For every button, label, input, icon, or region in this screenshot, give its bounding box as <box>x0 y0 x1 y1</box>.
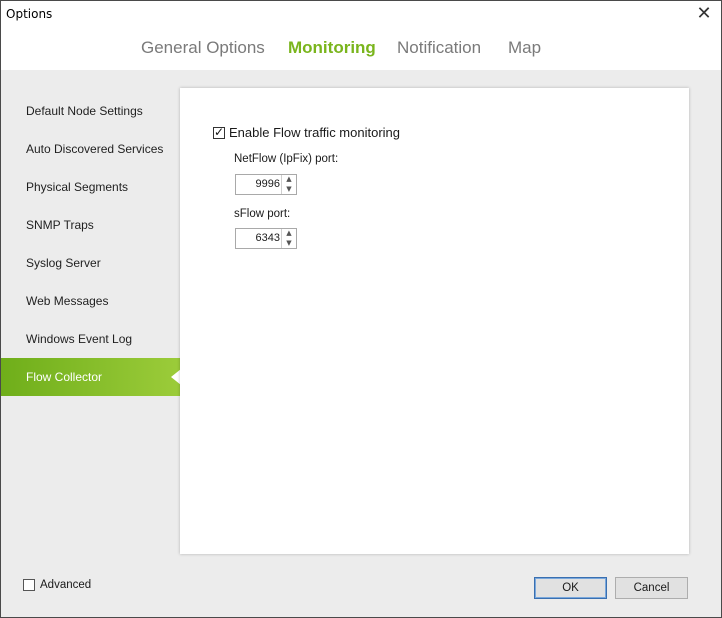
sidebar-item-default-node-settings[interactable]: Default Node Settings <box>1 92 181 130</box>
netflow-port-value[interactable]: 9996 <box>236 175 280 194</box>
options-window: Options ✕ General Options Monitoring Not… <box>0 0 722 618</box>
netflow-port-label: NetFlow (IpFix) port: <box>234 153 339 165</box>
sidebar-item-windows-event-log[interactable]: Windows Event Log <box>1 320 181 358</box>
title-bar: Options ✕ <box>1 1 721 29</box>
tab-map[interactable]: Map <box>508 38 541 58</box>
close-icon[interactable]: ✕ <box>687 1 721 29</box>
sflow-port-value[interactable]: 6343 <box>236 229 280 248</box>
tab-monitoring[interactable]: Monitoring <box>288 38 376 58</box>
advanced-checkbox[interactable] <box>23 579 35 591</box>
flow-collector-panel: Enable Flow traffic monitoring NetFlow (… <box>180 88 689 554</box>
enable-flow-row[interactable]: Enable Flow traffic monitoring <box>213 124 400 140</box>
chevron-up-icon[interactable]: ▲ <box>282 175 296 184</box>
sidebar-item-physical-segments[interactable]: Physical Segments <box>1 168 181 206</box>
sidebar-item-web-messages[interactable]: Web Messages <box>1 282 181 320</box>
tab-bar: General Options Monitoring Notification … <box>1 31 721 69</box>
tab-general-options[interactable]: General Options <box>141 38 265 58</box>
content-area: Default Node Settings Auto Discovered Se… <box>1 70 721 617</box>
netflow-port-stepper[interactable]: 9996 ▲ ▼ <box>235 174 297 195</box>
chevron-up-icon[interactable]: ▲ <box>282 229 296 238</box>
tab-notification[interactable]: Notification <box>397 38 481 58</box>
cancel-button[interactable]: Cancel <box>615 577 688 599</box>
enable-flow-checkbox[interactable] <box>213 125 225 139</box>
sflow-port-label: sFlow port: <box>234 208 291 220</box>
sflow-port-stepper[interactable]: 6343 ▲ ▼ <box>235 228 297 249</box>
advanced-option[interactable]: Advanced <box>23 579 91 591</box>
sidebar-item-auto-discovered-services[interactable]: Auto Discovered Services <box>1 130 181 168</box>
sidebar-item-snmp-traps[interactable]: SNMP Traps <box>1 206 181 244</box>
chevron-down-icon[interactable]: ▼ <box>282 239 296 248</box>
ok-button[interactable]: OK <box>534 577 607 599</box>
chevron-down-icon[interactable]: ▼ <box>282 185 296 194</box>
sidebar: Default Node Settings Auto Discovered Se… <box>1 92 181 396</box>
enable-flow-label[interactable]: Enable Flow traffic monitoring <box>229 125 400 140</box>
window-title: Options <box>6 7 53 21</box>
spin-buttons: ▲ ▼ <box>281 229 296 248</box>
spin-buttons: ▲ ▼ <box>281 175 296 194</box>
sidebar-item-syslog-server[interactable]: Syslog Server <box>1 244 181 282</box>
sidebar-item-flow-collector[interactable]: Flow Collector <box>1 358 181 396</box>
advanced-label[interactable]: Advanced <box>40 579 91 591</box>
